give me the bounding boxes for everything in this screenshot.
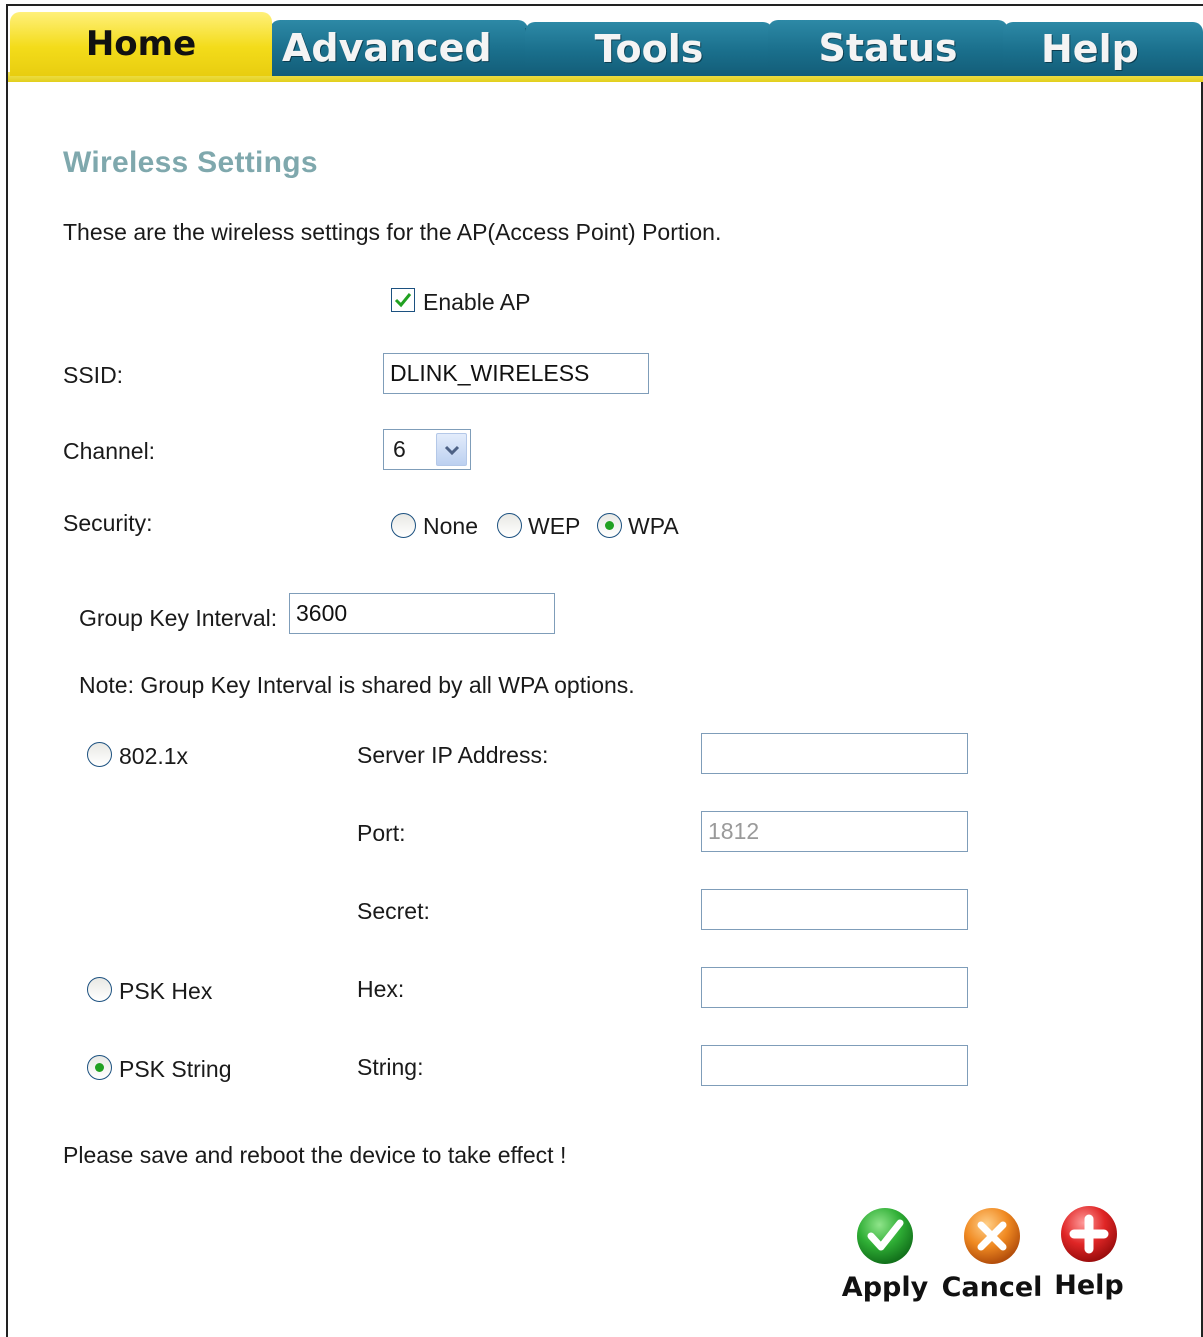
string-input[interactable] (701, 1045, 968, 1086)
page-frame (6, 4, 1203, 1337)
help-label: Help (1054, 1270, 1124, 1301)
reboot-note: Please save and reboot the device to tak… (63, 1142, 567, 1168)
wpa-mode-radio-psk-string[interactable] (87, 1055, 112, 1080)
apply-button[interactable]: Apply (841, 1206, 929, 1303)
apply-label: Apply (841, 1272, 929, 1303)
tab-home[interactable]: Home (10, 12, 272, 76)
help-button[interactable]: Help (1054, 1204, 1124, 1301)
hex-label: Hex: (357, 976, 405, 1002)
tab-status[interactable]: Status (768, 20, 1008, 76)
security-option-wep: WEP (528, 513, 581, 539)
cancel-button[interactable]: Cancel (941, 1206, 1043, 1303)
enable-ap-label: Enable AP (423, 289, 531, 315)
group-key-note: Note: Group Key Interval is shared by al… (79, 672, 635, 698)
tab-tools-label: Tools (594, 27, 704, 71)
tab-advanced-label: Advanced (282, 26, 492, 70)
group-key-input[interactable] (289, 593, 555, 634)
security-radio-wpa[interactable] (597, 513, 622, 538)
group-key-label: Group Key Interval: (79, 605, 278, 631)
channel-dropdown-button[interactable] (436, 433, 467, 466)
security-option-none: None (423, 513, 478, 539)
secret-input[interactable] (701, 889, 968, 930)
page-description: These are the wireless settings for the … (63, 219, 722, 245)
wpa-mode-psk-hex-label: PSK Hex (119, 978, 213, 1004)
server-ip-label: Server IP Address: (357, 742, 549, 768)
checkmark-icon (394, 293, 412, 308)
wpa-mode-8021x-label: 802.1x (119, 743, 189, 769)
channel-select-value: 6 (393, 436, 406, 462)
check-icon (857, 1208, 913, 1264)
x-icon (964, 1208, 1020, 1264)
enable-ap-checkbox[interactable] (391, 288, 415, 312)
wpa-mode-radio-psk-hex[interactable] (87, 977, 112, 1002)
tab-bar: Advanced Tools Status Help Home (8, 6, 1203, 82)
server-ip-input[interactable] (701, 733, 968, 774)
tab-help-label: Help (1041, 27, 1139, 71)
string-label: String: (357, 1054, 424, 1080)
channel-label: Channel: (63, 438, 156, 464)
ssid-input[interactable] (383, 353, 649, 394)
wpa-mode-psk-string-label: PSK String (119, 1056, 232, 1082)
tab-tools[interactable]: Tools (525, 22, 773, 76)
channel-select[interactable]: 6 (383, 429, 471, 470)
port-label: Port: (357, 820, 406, 846)
security-radio-none[interactable] (391, 513, 416, 538)
port-input[interactable] (701, 811, 968, 852)
tab-home-label: Home (85, 24, 197, 64)
ssid-label: SSID: (63, 362, 124, 388)
security-radio-wep[interactable] (497, 513, 522, 538)
cancel-label: Cancel (941, 1272, 1043, 1303)
tab-status-label: Status (818, 26, 958, 70)
wpa-mode-radio-8021x[interactable] (87, 742, 112, 767)
chevron-down-icon (444, 445, 459, 455)
plus-icon (1061, 1206, 1117, 1262)
tab-help[interactable]: Help (1003, 22, 1203, 76)
security-option-wpa: WPA (628, 513, 679, 539)
security-label: Security: (63, 510, 153, 536)
hex-input[interactable] (701, 967, 968, 1008)
page-title: Wireless Settings (63, 146, 318, 179)
tab-advanced[interactable]: Advanced (270, 20, 528, 76)
secret-label: Secret: (357, 898, 430, 924)
